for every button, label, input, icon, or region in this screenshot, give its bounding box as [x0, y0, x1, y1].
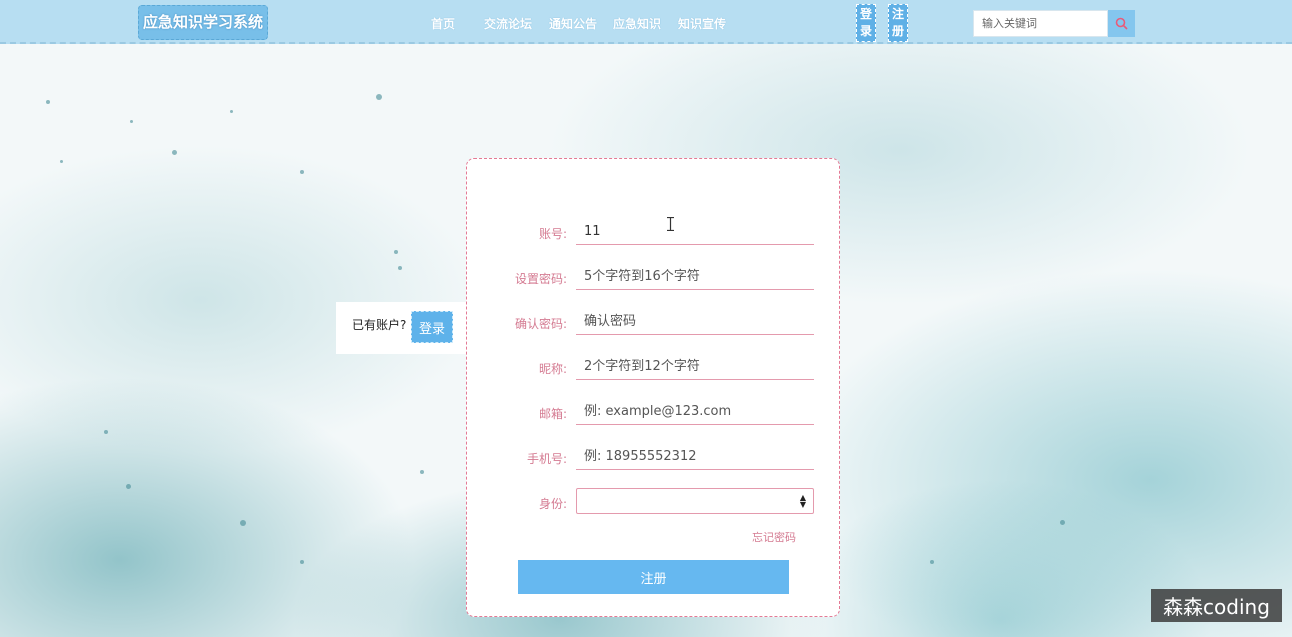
- nav-knowledge-promotion[interactable]: 知识宣传: [678, 15, 726, 32]
- account-input[interactable]: [576, 215, 814, 245]
- identity-select[interactable]: ▲ ▼: [576, 488, 814, 514]
- form-row-identity: 身份: ▲ ▼: [467, 485, 841, 515]
- site-logo[interactable]: 应急知识学习系统: [138, 5, 268, 40]
- login-hint-text: 已有账户?: [352, 318, 407, 332]
- confirm-password-label: 确认密码:: [514, 317, 567, 331]
- search-button[interactable]: [1108, 10, 1135, 37]
- nickname-input[interactable]: [576, 350, 814, 380]
- nickname-label: 昵称:: [538, 362, 567, 376]
- text-cursor-icon: [667, 217, 674, 231]
- email-input[interactable]: [576, 395, 814, 425]
- confirm-password-input[interactable]: [576, 305, 814, 335]
- login-hint-panel: 已有账户? 登录: [336, 302, 466, 354]
- search-input[interactable]: [973, 10, 1108, 37]
- email-label: 邮箱:: [538, 407, 567, 421]
- nav-forum[interactable]: 交流论坛: [484, 15, 532, 32]
- identity-label: 身份:: [538, 497, 567, 511]
- nav-home[interactable]: 首页: [431, 15, 455, 32]
- register-form: 账号: 设置密码: 确认密码: 昵称: 邮箱: 手机号: 身份: ▲▼ 忘记密码…: [466, 158, 840, 617]
- nav-notices[interactable]: 通知公告: [549, 15, 597, 32]
- register-submit-button[interactable]: 注册: [518, 560, 789, 594]
- phone-input[interactable]: [576, 440, 814, 470]
- account-label: 账号:: [538, 227, 567, 241]
- header-register-button[interactable]: 注册: [888, 4, 908, 42]
- password-label: 设置密码:: [514, 272, 567, 286]
- form-row-nickname: 昵称:: [467, 350, 841, 380]
- phone-label: 手机号:: [526, 452, 567, 466]
- form-row-email: 邮箱:: [467, 395, 841, 425]
- select-arrows-icon: ▲ ▼: [799, 493, 806, 509]
- form-row-password: 设置密码:: [467, 260, 841, 290]
- login-button[interactable]: 登录: [411, 311, 453, 343]
- header-login-button[interactable]: 登录: [856, 4, 876, 42]
- nav-emergency-knowledge[interactable]: 应急知识: [613, 15, 661, 32]
- top-navigation-bar: 应急知识学习系统 首页 交流论坛 通知公告 应急知识 知识宣传 登录 注册: [0, 0, 1292, 44]
- form-row-phone: 手机号:: [467, 440, 841, 470]
- password-input[interactable]: [576, 260, 814, 290]
- form-row-account: 账号:: [467, 215, 841, 245]
- watermark: 森森coding: [1151, 589, 1282, 622]
- form-row-confirm-password: 确认密码:: [467, 305, 841, 335]
- search-icon: [1115, 17, 1128, 30]
- forgot-password-link[interactable]: 忘记密码: [752, 529, 796, 545]
